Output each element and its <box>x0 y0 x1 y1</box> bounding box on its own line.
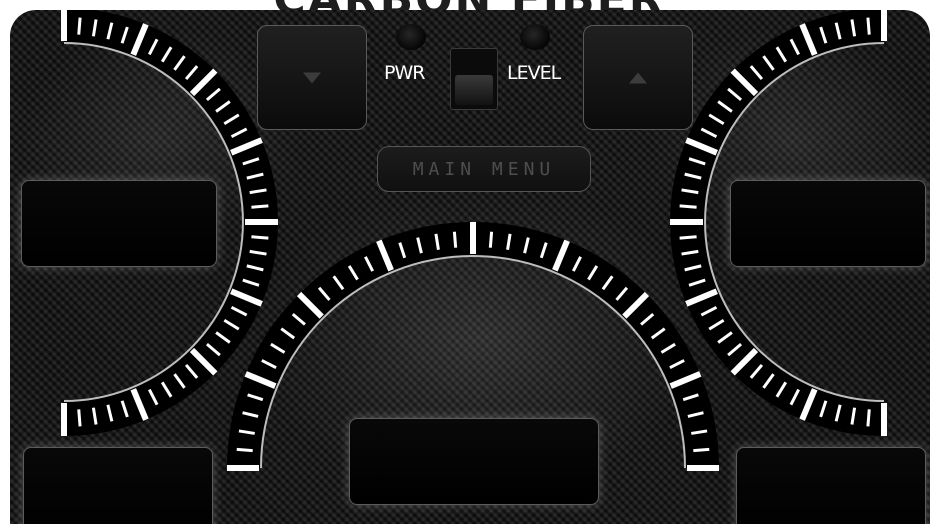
power-switch[interactable] <box>450 48 498 110</box>
dashboard-panel: PWR LEVEL MAIN MENU <box>10 10 930 524</box>
triangle-down-icon <box>303 72 321 83</box>
level-indicator-light <box>520 24 550 50</box>
gauge-minor-tick <box>866 17 871 35</box>
right-gauge-display <box>730 180 926 267</box>
down-button[interactable] <box>257 25 367 130</box>
gauge-minor-tick <box>251 235 269 240</box>
gauge-minor-tick <box>452 231 458 248</box>
center-gauge-display <box>349 418 599 505</box>
left-gauge-display <box>21 180 217 267</box>
gauge-minor-tick <box>236 447 253 453</box>
gauge-minor-tick <box>77 409 82 427</box>
power-indicator-light <box>396 24 426 50</box>
gauge-minor-tick <box>77 17 82 35</box>
gauge-minor-tick <box>251 204 269 209</box>
triangle-up-icon <box>629 72 647 83</box>
gauge-minor-tick <box>488 231 494 248</box>
up-button[interactable] <box>583 25 693 130</box>
bottom-right-display <box>736 447 926 524</box>
main-menu-button[interactable]: MAIN MENU <box>377 146 591 192</box>
level-label: LEVEL <box>507 62 561 84</box>
gauge-minor-tick <box>679 204 697 209</box>
bottom-left-display <box>23 447 213 524</box>
pwr-label: PWR <box>384 62 425 84</box>
switch-knob <box>455 75 493 105</box>
gauge-minor-tick <box>866 409 871 427</box>
gauge-minor-tick <box>693 447 710 453</box>
gauge-minor-tick <box>679 235 697 240</box>
